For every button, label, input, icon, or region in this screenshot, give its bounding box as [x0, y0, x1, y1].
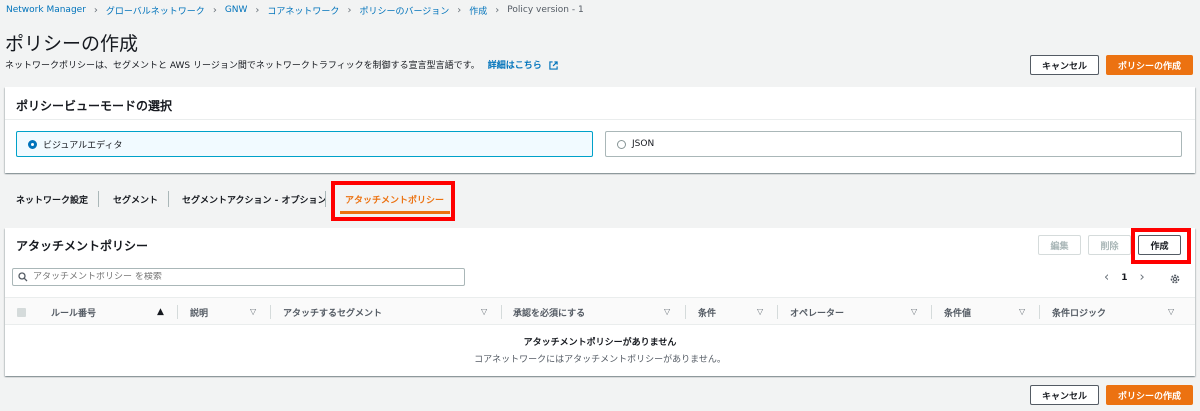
create-policy-button-bottom[interactable]: ポリシーの作成 [1106, 385, 1193, 405]
sort-icon[interactable]: ▽ [250, 307, 256, 316]
breadcrumb-policy-versions[interactable]: ポリシーのバージョン [359, 4, 449, 17]
sort-icon[interactable]: ▽ [911, 307, 917, 316]
column-separator [777, 305, 778, 319]
sort-icon[interactable]: ▽ [481, 307, 487, 316]
column-separator [685, 305, 686, 319]
column-rule-number[interactable]: ルール番号 [51, 298, 96, 326]
table-header: ルール番号 ▲ 説明 ▽ アタッチするセグメント ▽ 承認を必須にする ▽ 条件… [5, 297, 1195, 325]
sort-icon[interactable]: ▽ [664, 307, 670, 316]
empty-state-message: コアネットワークにはアタッチメントポリシーがありません。 [474, 355, 726, 365]
search-box[interactable] [12, 268, 465, 286]
edit-button[interactable]: 編集 [1038, 235, 1081, 255]
pagination: ‹ 1 › [1104, 270, 1145, 285]
view-mode-title: ポリシービューモードの選択 [16, 99, 173, 113]
chevron-right-icon: › [457, 4, 462, 16]
tab-network-settings[interactable]: ネットワーク設定 [16, 185, 88, 213]
breadcrumb: Network Manager › グローバルネットワーク › GNW › コア… [6, 4, 584, 17]
column-separator [1039, 305, 1040, 319]
page-number[interactable]: 1 [1121, 273, 1127, 283]
tab-separator [325, 191, 326, 207]
visual-editor-option[interactable]: ビジュアルエディタ [16, 131, 593, 157]
column-separator [501, 305, 502, 319]
sort-icon[interactable]: ▽ [1168, 307, 1174, 316]
empty-state-title: アタッチメントポリシーがありません [523, 338, 677, 348]
tab-segments[interactable]: セグメント [113, 185, 158, 213]
panel-divider [5, 119, 1195, 120]
sort-ascending-icon[interactable]: ▲ [157, 307, 164, 317]
details-link[interactable]: 詳細はこちら [488, 58, 558, 71]
radio-selected-icon[interactable] [28, 139, 37, 149]
chevron-right-icon: › [255, 4, 260, 16]
breadcrumb-core-network[interactable]: コアネットワーク [267, 4, 339, 17]
page-description: ネットワークポリシーは、セグメントと AWS リージョン間でネットワークトラフィ… [5, 58, 558, 71]
sort-icon[interactable]: ▽ [1019, 307, 1025, 316]
column-condition[interactable]: 条件 [698, 298, 716, 326]
description-text: ネットワークポリシーは、セグメントと AWS リージョン間でネットワークトラフィ… [5, 61, 480, 71]
column-separator [177, 305, 178, 319]
search-icon [18, 272, 28, 282]
cancel-button-bottom[interactable]: キャンセル [1030, 385, 1099, 405]
sort-icon[interactable]: ▽ [757, 307, 763, 316]
chevron-right-icon[interactable]: › [1139, 270, 1144, 285]
cancel-button-top[interactable]: キャンセル [1030, 55, 1099, 75]
json-label: JSON [632, 139, 655, 149]
tab-separator [98, 191, 99, 207]
column-condition-value[interactable]: 条件値 [944, 298, 971, 326]
policy-tabs: ネットワーク設定 セグメント セグメントアクション - オプション アタッチメン… [5, 185, 1195, 215]
breadcrumb-create[interactable]: 作成 [469, 4, 487, 17]
chevron-right-icon: › [347, 4, 352, 16]
json-option[interactable]: JSON [605, 131, 1182, 157]
breadcrumb-current: Policy version - 1 [507, 5, 584, 15]
chevron-left-icon[interactable]: ‹ [1104, 270, 1109, 285]
radio-unselected-icon[interactable] [617, 139, 626, 149]
chevron-right-icon: › [495, 4, 500, 16]
chevron-right-icon: › [212, 4, 217, 16]
column-separator [270, 305, 271, 319]
attachment-policies-title: アタッチメントポリシー [16, 239, 149, 253]
create-attachment-button[interactable]: 作成 [1138, 235, 1181, 255]
column-operator[interactable]: オペレーター [790, 298, 844, 326]
select-all-checkbox[interactable] [17, 308, 26, 317]
column-attach-segment[interactable]: アタッチするセグメント [283, 298, 382, 326]
breadcrumb-network-manager[interactable]: Network Manager [6, 5, 86, 15]
column-require-approval[interactable]: 承認を必須にする [513, 298, 585, 326]
gear-icon[interactable] [1169, 273, 1181, 285]
visual-editor-label: ビジュアルエディタ [43, 140, 123, 151]
column-condition-logic[interactable]: 条件ロジック [1052, 298, 1106, 326]
details-link-label: 詳細はこちら [487, 61, 542, 71]
breadcrumb-global-network[interactable]: グローバルネットワーク [106, 4, 205, 17]
create-policy-button-top[interactable]: ポリシーの作成 [1106, 55, 1193, 75]
tab-segment-actions[interactable]: セグメントアクション - オプション [182, 185, 327, 213]
tab-attachment-policies[interactable]: アタッチメントポリシー [345, 185, 444, 213]
chevron-right-icon: › [93, 4, 98, 16]
tab-separator [168, 191, 169, 207]
search-input[interactable] [33, 272, 433, 282]
column-description[interactable]: 説明 [190, 298, 208, 326]
active-tab-underline [340, 211, 450, 214]
column-separator [931, 305, 932, 319]
page-title: ポリシーの作成 [5, 33, 139, 55]
breadcrumb-gnw[interactable]: GNW [225, 5, 248, 15]
delete-button[interactable]: 削除 [1088, 235, 1131, 255]
view-mode-panel: ポリシービューモードの選択 ビジュアルエディタ JSON [5, 87, 1195, 173]
external-link-icon [549, 61, 558, 70]
